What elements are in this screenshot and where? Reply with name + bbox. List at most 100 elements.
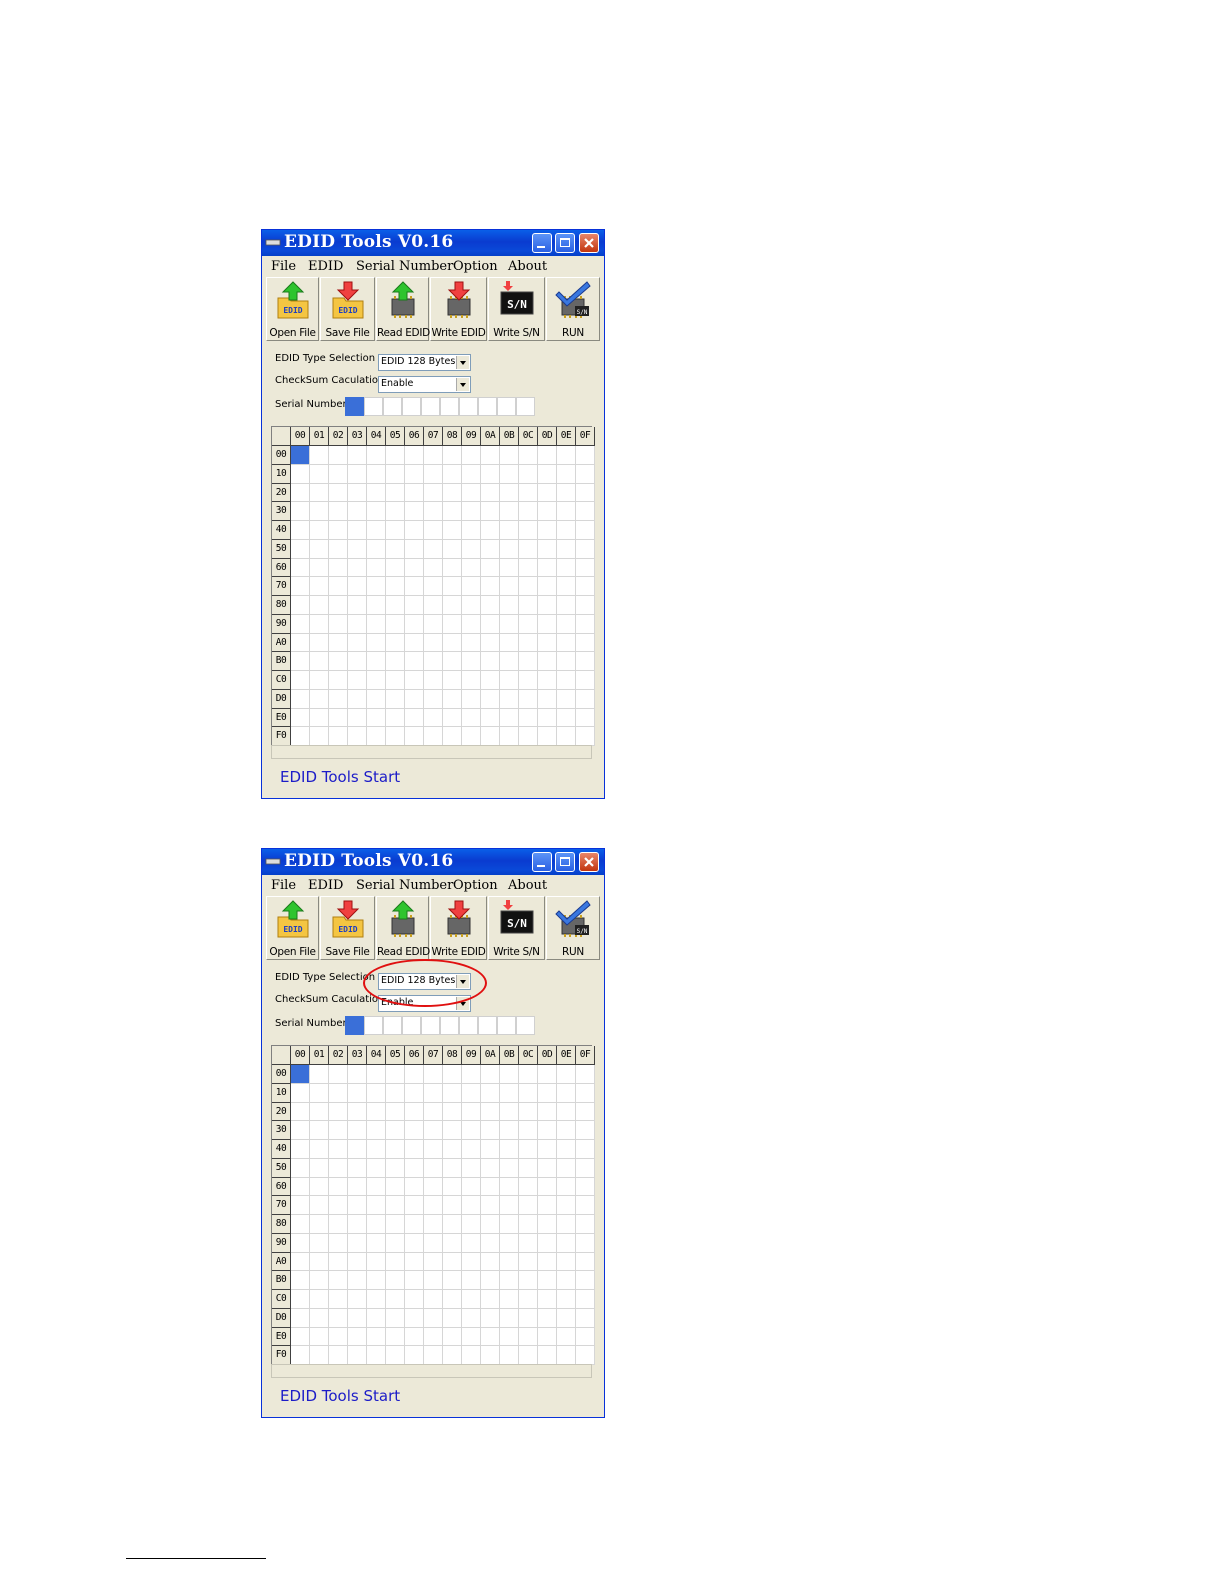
- hex-cell[interactable]: [405, 1327, 424, 1347]
- menu-about[interactable]: About: [508, 878, 547, 893]
- hex-cell[interactable]: [462, 1233, 481, 1253]
- hex-cell[interactable]: [405, 1158, 424, 1178]
- hex-cell[interactable]: [538, 708, 557, 728]
- hex-cell[interactable]: [329, 614, 348, 634]
- hex-cell[interactable]: [481, 689, 500, 709]
- hex-cell[interactable]: [576, 464, 595, 484]
- hex-cell[interactable]: [462, 689, 481, 709]
- hex-cell[interactable]: [367, 483, 386, 503]
- hex-cell[interactable]: [576, 1083, 595, 1103]
- title-bar[interactable]: EDID Tools V0.16: [262, 230, 604, 256]
- hex-cell[interactable]: [462, 1196, 481, 1215]
- hex-cell[interactable]: [500, 1233, 519, 1253]
- hex-cell[interactable]: [462, 1177, 481, 1197]
- hex-cell[interactable]: [481, 1083, 500, 1103]
- hex-cell[interactable]: [367, 1140, 386, 1159]
- hex-cell[interactable]: [348, 577, 367, 596]
- close-button[interactable]: [579, 852, 599, 872]
- hex-cell[interactable]: [462, 727, 481, 746]
- hex-cell[interactable]: [576, 652, 595, 671]
- hex-cell[interactable]: [557, 1252, 576, 1272]
- hex-cell[interactable]: [348, 446, 367, 465]
- hex-cell[interactable]: [481, 727, 500, 746]
- hex-cell[interactable]: [367, 502, 386, 521]
- hex-cell[interactable]: [576, 1252, 595, 1272]
- hex-cell[interactable]: [519, 1065, 538, 1084]
- hex-cell[interactable]: [310, 1215, 329, 1234]
- hex-cell[interactable]: [443, 1346, 462, 1365]
- hex-cell[interactable]: [576, 727, 595, 746]
- maximize-button[interactable]: [555, 852, 575, 872]
- hex-cell[interactable]: [557, 1102, 576, 1122]
- hex-cell[interactable]: [329, 652, 348, 671]
- hex-cell[interactable]: [481, 1121, 500, 1140]
- hex-cell[interactable]: [291, 1065, 310, 1084]
- hex-cell[interactable]: [348, 1083, 367, 1103]
- hex-cell[interactable]: [291, 502, 310, 521]
- hex-cell[interactable]: [557, 727, 576, 746]
- hex-cell[interactable]: [329, 1346, 348, 1365]
- hex-cell[interactable]: [481, 558, 500, 578]
- serial-digit-cell[interactable]: [402, 397, 421, 416]
- hex-cell[interactable]: [500, 652, 519, 671]
- menu-option[interactable]: Option: [453, 259, 498, 274]
- hex-cell[interactable]: [500, 1196, 519, 1215]
- hex-cell[interactable]: [557, 577, 576, 596]
- hex-cell[interactable]: [576, 502, 595, 521]
- menu-file[interactable]: File: [271, 259, 296, 274]
- open-file-button[interactable]: EDID Open File: [266, 277, 319, 341]
- hex-cell[interactable]: [557, 1083, 576, 1103]
- hex-cell[interactable]: [386, 483, 405, 503]
- hex-cell[interactable]: [348, 727, 367, 746]
- hex-cell[interactable]: [310, 671, 329, 690]
- hex-cell[interactable]: [291, 671, 310, 690]
- hex-cell[interactable]: [500, 558, 519, 578]
- hex-cell[interactable]: [538, 596, 557, 615]
- hex-cell[interactable]: [557, 633, 576, 653]
- hex-cell[interactable]: [557, 502, 576, 521]
- hex-cell[interactable]: [462, 1158, 481, 1178]
- hex-cell[interactable]: [462, 539, 481, 559]
- hex-cell[interactable]: [462, 652, 481, 671]
- hex-cell[interactable]: [443, 1158, 462, 1178]
- hex-cell[interactable]: [424, 539, 443, 559]
- hex-cell[interactable]: [519, 633, 538, 653]
- write-s-n-button[interactable]: S/N Write S/N: [488, 277, 545, 341]
- hex-cell[interactable]: [538, 577, 557, 596]
- hex-cell[interactable]: [443, 652, 462, 671]
- hex-cell[interactable]: [481, 502, 500, 521]
- hex-cell[interactable]: [519, 1271, 538, 1290]
- hex-cell[interactable]: [348, 596, 367, 615]
- hex-cell[interactable]: [519, 1196, 538, 1215]
- hex-cell[interactable]: [329, 596, 348, 615]
- menu-serial-number[interactable]: Serial Number: [356, 878, 453, 893]
- hex-cell[interactable]: [576, 708, 595, 728]
- hex-cell[interactable]: [500, 1065, 519, 1084]
- hex-cell[interactable]: [386, 1346, 405, 1365]
- hex-cell[interactable]: [405, 596, 424, 615]
- hex-cell[interactable]: [481, 614, 500, 634]
- hex-cell[interactable]: [557, 1290, 576, 1309]
- serial-digit-cell[interactable]: [421, 397, 440, 416]
- hex-cell[interactable]: [348, 502, 367, 521]
- hex-cell[interactable]: [348, 1233, 367, 1253]
- hex-cell[interactable]: [329, 1308, 348, 1328]
- hex-cell[interactable]: [329, 1140, 348, 1159]
- hex-cell[interactable]: [367, 708, 386, 728]
- hex-cell[interactable]: [481, 1290, 500, 1309]
- hex-cell[interactable]: [462, 596, 481, 615]
- hex-cell[interactable]: [443, 614, 462, 634]
- hex-cell[interactable]: [310, 1346, 329, 1365]
- hex-cell[interactable]: [462, 1083, 481, 1103]
- hex-cell[interactable]: [367, 539, 386, 559]
- hex-cell[interactable]: [424, 652, 443, 671]
- hex-cell[interactable]: [443, 671, 462, 690]
- hex-cell[interactable]: [348, 708, 367, 728]
- hex-cell[interactable]: [481, 483, 500, 503]
- hex-cell[interactable]: [310, 1252, 329, 1272]
- hex-cell[interactable]: [557, 1271, 576, 1290]
- hex-cell[interactable]: [462, 1308, 481, 1328]
- menu-edid[interactable]: EDID: [308, 878, 343, 893]
- hex-cell[interactable]: [367, 521, 386, 540]
- hex-cell[interactable]: [557, 1177, 576, 1197]
